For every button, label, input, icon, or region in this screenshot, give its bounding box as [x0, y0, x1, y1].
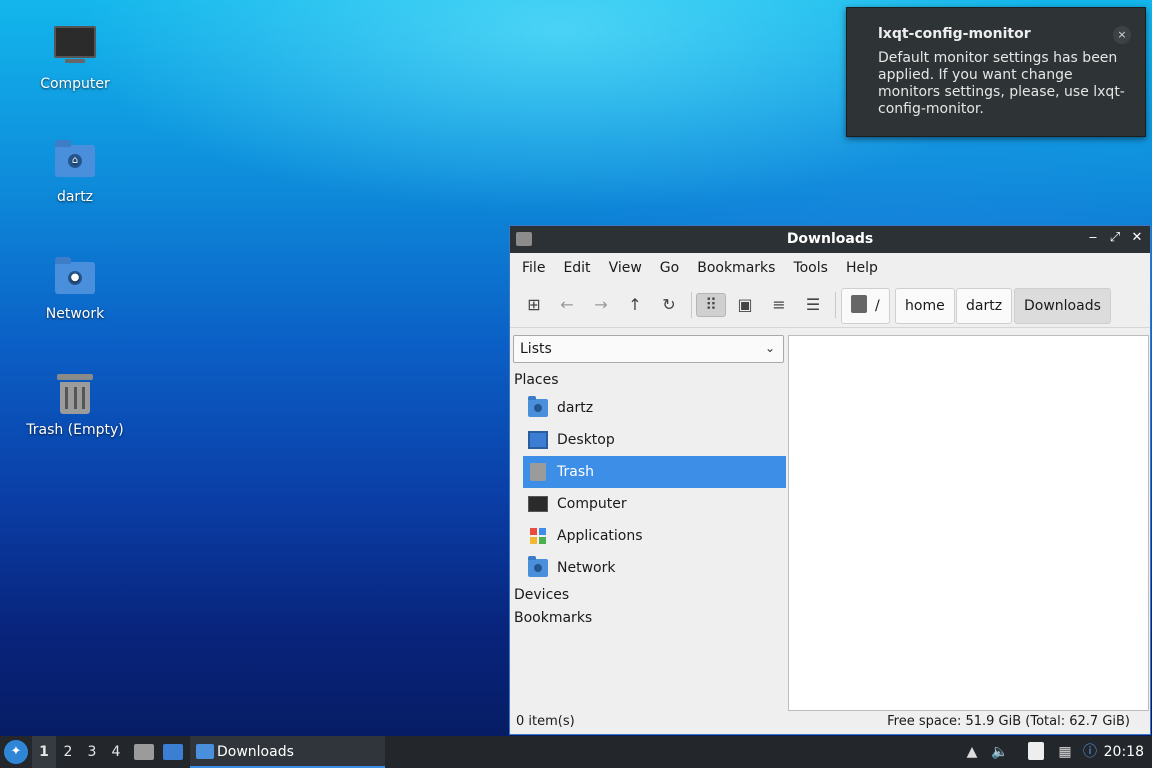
place-label: Trash — [557, 464, 594, 480]
place-label: Computer — [557, 496, 627, 512]
place-network[interactable]: Network — [523, 552, 786, 584]
place-label: Network — [557, 560, 616, 576]
devices-header[interactable]: Devices — [511, 584, 787, 607]
menu-help[interactable]: Help — [837, 253, 887, 282]
drive-icon — [851, 295, 867, 313]
start-menu-icon[interactable]: ✦ — [4, 740, 28, 764]
menu-edit[interactable]: Edit — [554, 253, 599, 282]
network-icon — [528, 556, 548, 577]
new-tab-icon[interactable]: ⊞ — [522, 293, 546, 317]
folder-icon — [196, 744, 214, 759]
item-count: 0 item(s) — [516, 714, 575, 729]
free-space: Free space: 51.9 GiB (Total: 62.7 GiB) — [887, 714, 1130, 729]
place-dartz[interactable]: dartz — [523, 392, 786, 424]
network-status-icon[interactable]: ▦ — [1055, 742, 1075, 762]
window-titlebar[interactable]: Downloads ‒ ⤢ ✕ — [510, 226, 1150, 253]
task-label: Downloads — [217, 744, 294, 760]
breadcrumb-home[interactable]: home — [895, 288, 955, 324]
side-pane-mode-select[interactable]: Lists ⌄ — [513, 335, 784, 363]
icon-view-button[interactable]: ⠿ — [696, 293, 726, 317]
notification-title: lxqt-config-monitor — [878, 26, 1031, 42]
window-title: Downloads — [786, 231, 874, 247]
file-manager-window: Downloads ‒ ⤢ ✕ File Edit View Go Bookma… — [509, 225, 1151, 735]
toolbar: ⊞ ← → ↑ ↻ ⠿ ▣ ≡ ☰ / home dartz Downloads — [510, 282, 1150, 328]
chevron-down-icon: ⌄ — [764, 341, 775, 355]
place-desktop[interactable]: Desktop — [523, 424, 786, 456]
menu-bar: File Edit View Go Bookmarks Tools Help — [510, 253, 1150, 282]
compact-view-icon[interactable]: ≡ — [767, 293, 791, 317]
back-icon[interactable]: ← — [555, 293, 579, 317]
trash-icon — [530, 463, 546, 481]
menu-file[interactable]: File — [513, 253, 554, 282]
menu-view[interactable]: View — [600, 253, 651, 282]
forward-icon[interactable]: → — [589, 293, 613, 317]
notification-body: Default monitor settings has been applie… — [878, 50, 1125, 117]
breadcrumb-dartz[interactable]: dartz — [956, 288, 1013, 324]
place-label: Applications — [557, 528, 643, 544]
place-trash[interactable]: Trash — [523, 456, 786, 488]
desktop-icon-label: Computer — [40, 76, 110, 92]
side-pane: Lists ⌄ Places dartz Desktop Trash Compu… — [511, 334, 787, 710]
clock[interactable]: 20:18 — [1104, 736, 1144, 768]
close-icon[interactable]: × — [1113, 26, 1131, 44]
place-applications[interactable]: Applications — [523, 520, 786, 552]
desktop-icon — [528, 431, 548, 449]
place-computer[interactable]: Computer — [523, 488, 786, 520]
trash-icon — [53, 372, 97, 416]
minimize-button[interactable]: ‒ — [1086, 230, 1100, 245]
home-folder-icon — [528, 396, 548, 417]
breadcrumb-label: / — [875, 298, 880, 314]
thumbnail-view-icon[interactable]: ▣ — [733, 293, 757, 317]
notification-popup[interactable]: lxqt-config-monitor Default monitor sett… — [846, 7, 1146, 137]
computer-icon — [53, 26, 97, 70]
workspace-4[interactable]: 4 — [104, 736, 128, 768]
desktop-icon-label: Network — [45, 306, 105, 322]
desktop-icon-computer[interactable]: Computer — [20, 22, 130, 92]
close-button[interactable]: ✕ — [1130, 230, 1144, 245]
workspace-3[interactable]: 3 — [80, 736, 104, 768]
detailed-view-icon[interactable]: ☰ — [801, 293, 825, 317]
breadcrumb-root[interactable]: / — [841, 288, 890, 324]
menu-tools[interactable]: Tools — [784, 253, 837, 282]
desktop-icon-dartz[interactable]: ⌂ dartz — [20, 139, 130, 205]
menu-bookmarks[interactable]: Bookmarks — [688, 253, 784, 282]
menu-go[interactable]: Go — [651, 253, 688, 282]
reload-icon[interactable]: ↻ — [657, 293, 681, 317]
bookmarks-header[interactable]: Bookmarks — [511, 607, 787, 630]
tray-expand-icon[interactable]: ▲ — [962, 742, 982, 762]
taskbar: ✦ 1 2 3 4 Downloads ▲ 🔈 ▦ ⓘ 20:18 — [0, 736, 1152, 768]
desktop-icon-label: dartz — [56, 189, 94, 205]
network-folder-icon: ● — [53, 256, 97, 300]
up-icon[interactable]: ↑ — [623, 293, 647, 317]
toolbar-separator — [835, 292, 836, 318]
notification-icon[interactable]: ⓘ — [1080, 742, 1100, 762]
home-folder-icon: ⌂ — [53, 139, 97, 183]
toolbar-separator — [691, 292, 692, 318]
desktop-icon-network[interactable]: ● Network — [20, 256, 130, 322]
places-header[interactable]: Places — [511, 369, 787, 392]
clipboard-icon[interactable] — [1028, 742, 1044, 760]
workspace-1[interactable]: 1 — [32, 736, 56, 768]
place-label: dartz — [557, 400, 594, 416]
select-value: Lists — [520, 341, 552, 357]
file-manager-launcher-icon[interactable] — [134, 744, 154, 760]
folder-view[interactable] — [788, 335, 1149, 711]
show-desktop-icon[interactable] — [163, 744, 183, 760]
computer-icon — [528, 496, 548, 512]
maximize-button[interactable]: ⤢ — [1108, 230, 1122, 245]
breadcrumb-downloads[interactable]: Downloads — [1014, 288, 1111, 324]
desktop-icon-label: Trash (Empty) — [26, 422, 124, 438]
applications-icon — [530, 528, 546, 544]
volume-icon[interactable]: 🔈 — [990, 742, 1010, 762]
task-downloads[interactable]: Downloads — [190, 736, 385, 768]
workspace-2[interactable]: 2 — [56, 736, 80, 768]
place-label: Desktop — [557, 432, 615, 448]
status-bar: 0 item(s) Free space: 51.9 GiB (Total: 6… — [510, 710, 1150, 734]
desktop-icon-trash[interactable]: Trash (Empty) — [20, 372, 130, 438]
